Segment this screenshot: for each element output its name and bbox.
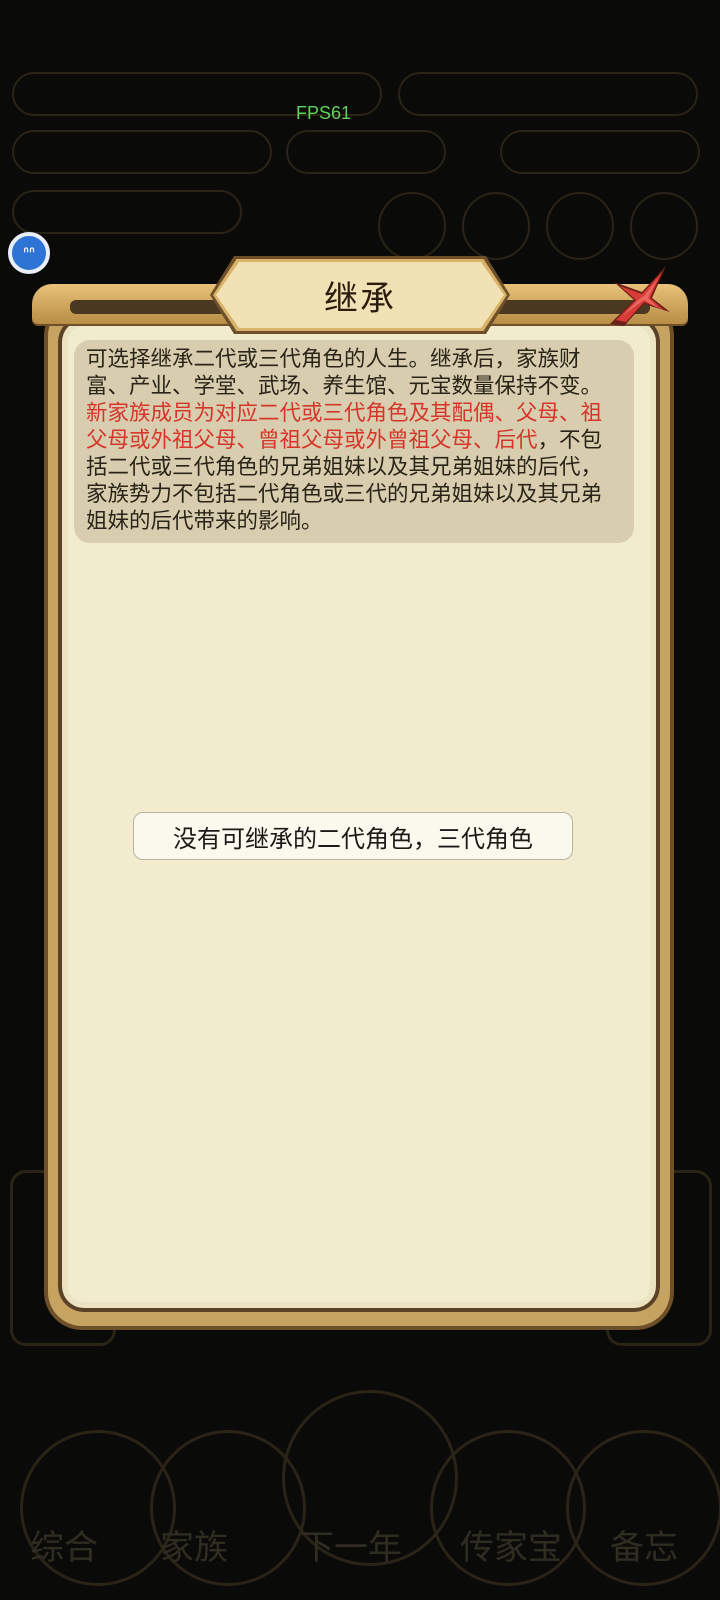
bg-tab-memo: 备忘 — [610, 1528, 678, 1568]
description-text: 可选择继承二代或三代角色的人生。继承后，家族财富、产业、学堂、武场、养生馆、元宝… — [86, 347, 603, 399]
assistant-face-icon: ᐢᐢ — [23, 244, 35, 262]
bg-stat-panel-2 — [286, 130, 446, 174]
bg-tab-general: 综合 — [30, 1528, 98, 1568]
bg-stat-panel-1 — [12, 130, 272, 174]
bg-menu-circle-2 — [462, 192, 530, 260]
close-icon — [610, 266, 670, 326]
close-button[interactable] — [604, 262, 674, 332]
fps-counter: FPS61 — [296, 103, 352, 123]
bg-stat-panel-4 — [12, 190, 242, 234]
bg-tab-next-year: 下一年 — [300, 1528, 402, 1568]
floating-assistant-ball[interactable]: ᐢᐢ — [8, 232, 50, 274]
bg-tab-family: 家族 — [160, 1528, 228, 1568]
bg-top-right-panel — [398, 72, 698, 116]
bg-menu-circle-4 — [630, 192, 698, 260]
bg-tab-heirloom: 传家宝 — [460, 1528, 562, 1568]
dialog-title: 继承 — [324, 278, 396, 319]
description-highlight: 新家族成员为对应二代或三代角色及其配偶、父母、祖父母或外祖父母、曾祖父母或外曾祖… — [86, 401, 603, 453]
bg-menu-circle-3 — [546, 192, 614, 260]
inheritance-description: 可选择继承二代或三代角色的人生。继承后，家族财富、产业、学堂、武场、养生馆、元宝… — [74, 340, 634, 543]
empty-state-message: 没有可继承的二代角色，三代角色 — [133, 812, 573, 860]
bg-stat-panel-3 — [500, 130, 700, 174]
bg-menu-circle-1 — [378, 192, 446, 260]
